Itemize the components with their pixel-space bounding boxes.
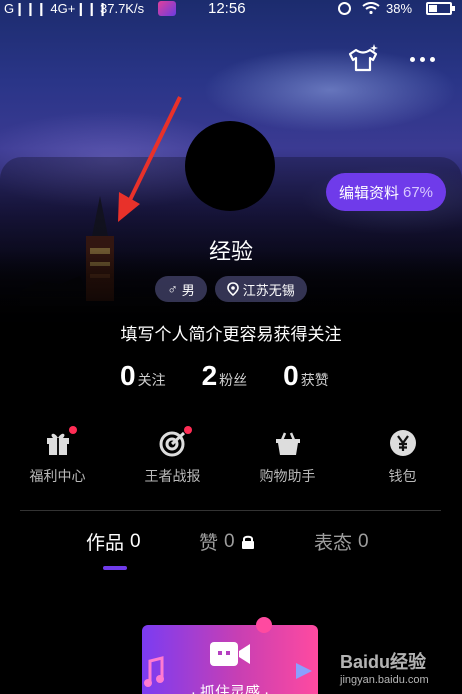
outfit-shirt-icon[interactable] — [346, 42, 380, 76]
service-wallet[interactable]: 钱包 — [345, 428, 460, 486]
active-tab-indicator — [103, 566, 127, 570]
service-label: 福利中心 — [29, 468, 86, 484]
tab-likes-count: 0 — [224, 530, 235, 552]
welfare-badge — [68, 426, 77, 434]
edit-profile-label: 编辑资料 — [338, 184, 399, 202]
gender-tag[interactable]: ♂ 男 — [155, 276, 207, 302]
battery-level-fill — [429, 5, 437, 12]
gift-icon — [43, 426, 77, 458]
battery-percent: 38% — [386, 1, 413, 16]
alarm-icon — [338, 2, 351, 15]
likes-label: 获赞 — [300, 372, 329, 388]
more-options-icon[interactable] — [404, 52, 440, 66]
location-label: 江苏无锡 — [242, 282, 295, 298]
content-tabs: 作品 0 赞 0 表态 0 — [0, 528, 462, 570]
followers-count: 2 — [201, 360, 218, 391]
yuan-wallet-icon — [388, 428, 418, 458]
profile-completion: 67% — [402, 183, 434, 201]
banner-decoration-dot — [256, 617, 272, 633]
create-inspiration-banner[interactable]: · 抓住灵感 · — [142, 625, 318, 694]
male-icon: ♂ — [167, 281, 178, 297]
gender-label: 男 — [181, 282, 195, 298]
tab-works-count: 0 — [130, 530, 141, 552]
bio-prompt[interactable]: 填写个人简介更容易获得关注 — [0, 320, 462, 345]
watermark-main: Baidu经验 — [340, 652, 427, 672]
status-bar: G❙❙❙ 4G+❙❙❙ 37.7K/s 12:56 38% — [0, 0, 462, 18]
tab-works-label: 作品 — [86, 533, 125, 554]
wifi-icon — [362, 2, 380, 14]
location-pin-icon — [226, 282, 239, 296]
followers-stat[interactable]: 2 粉丝 — [202, 360, 248, 392]
service-game-report[interactable]: 王者战报 — [115, 426, 230, 486]
nickname: 经验 — [208, 239, 253, 264]
game-report-badge — [183, 426, 192, 434]
network-speed: 37.7K/s — [100, 1, 145, 16]
baidu-watermark: Baidu经验 jingyan.baidu.com — [340, 648, 458, 690]
service-welfare-center[interactable]: 福利中心 — [0, 426, 115, 486]
video-camera-icon — [210, 642, 250, 666]
avatar[interactable] — [185, 121, 275, 211]
battery-icon — [426, 2, 455, 15]
tab-reactions-label: 表态 — [314, 533, 353, 554]
edit-profile-button[interactable]: 编辑资料 67% — [326, 173, 446, 211]
followers-label: 粉丝 — [219, 372, 248, 388]
likes-count: 0 — [283, 360, 299, 391]
following-stat[interactable]: 0 关注 — [120, 360, 166, 392]
annotation-arrow — [118, 96, 182, 222]
clock-time: 12:56 — [208, 0, 246, 17]
watermark-sub: jingyan.baidu.com — [340, 674, 429, 686]
likes-stat[interactable]: 0 获赞 — [283, 360, 329, 392]
media-app-icon — [158, 1, 176, 16]
tab-reactions-count: 0 — [358, 530, 369, 552]
location-tag[interactable]: 江苏无锡 — [214, 276, 307, 302]
section-divider — [20, 510, 441, 511]
banner-text: · 抓住灵感 · — [190, 684, 270, 694]
profile-tags: ♂ 男 江苏无锡 — [0, 276, 462, 302]
profile-stats: 0 关注 2 粉丝 0 获赞 — [120, 360, 329, 392]
service-row: 福利中心 王者战报 购物助手 钱包 — [0, 426, 462, 486]
network-indicator: G❙❙❙ 4G+❙❙❙ — [4, 1, 109, 16]
following-count: 0 — [120, 360, 136, 391]
target-icon — [158, 426, 192, 458]
service-label: 购物助手 — [259, 468, 316, 484]
service-label: 钱包 — [388, 468, 417, 484]
service-label: 王者战报 — [144, 468, 201, 484]
tab-reactions[interactable]: 表态 0 — [314, 528, 369, 555]
tab-likes-label: 赞 — [199, 533, 219, 554]
following-label: 关注 — [137, 372, 166, 388]
basket-icon — [273, 428, 303, 458]
tab-works[interactable]: 作品 0 — [86, 528, 141, 555]
lock-icon — [241, 535, 254, 549]
tab-likes[interactable]: 赞 0 — [199, 528, 255, 555]
service-shopping-assistant[interactable]: 购物助手 — [230, 428, 345, 486]
play-triangle-icon — [296, 663, 312, 679]
